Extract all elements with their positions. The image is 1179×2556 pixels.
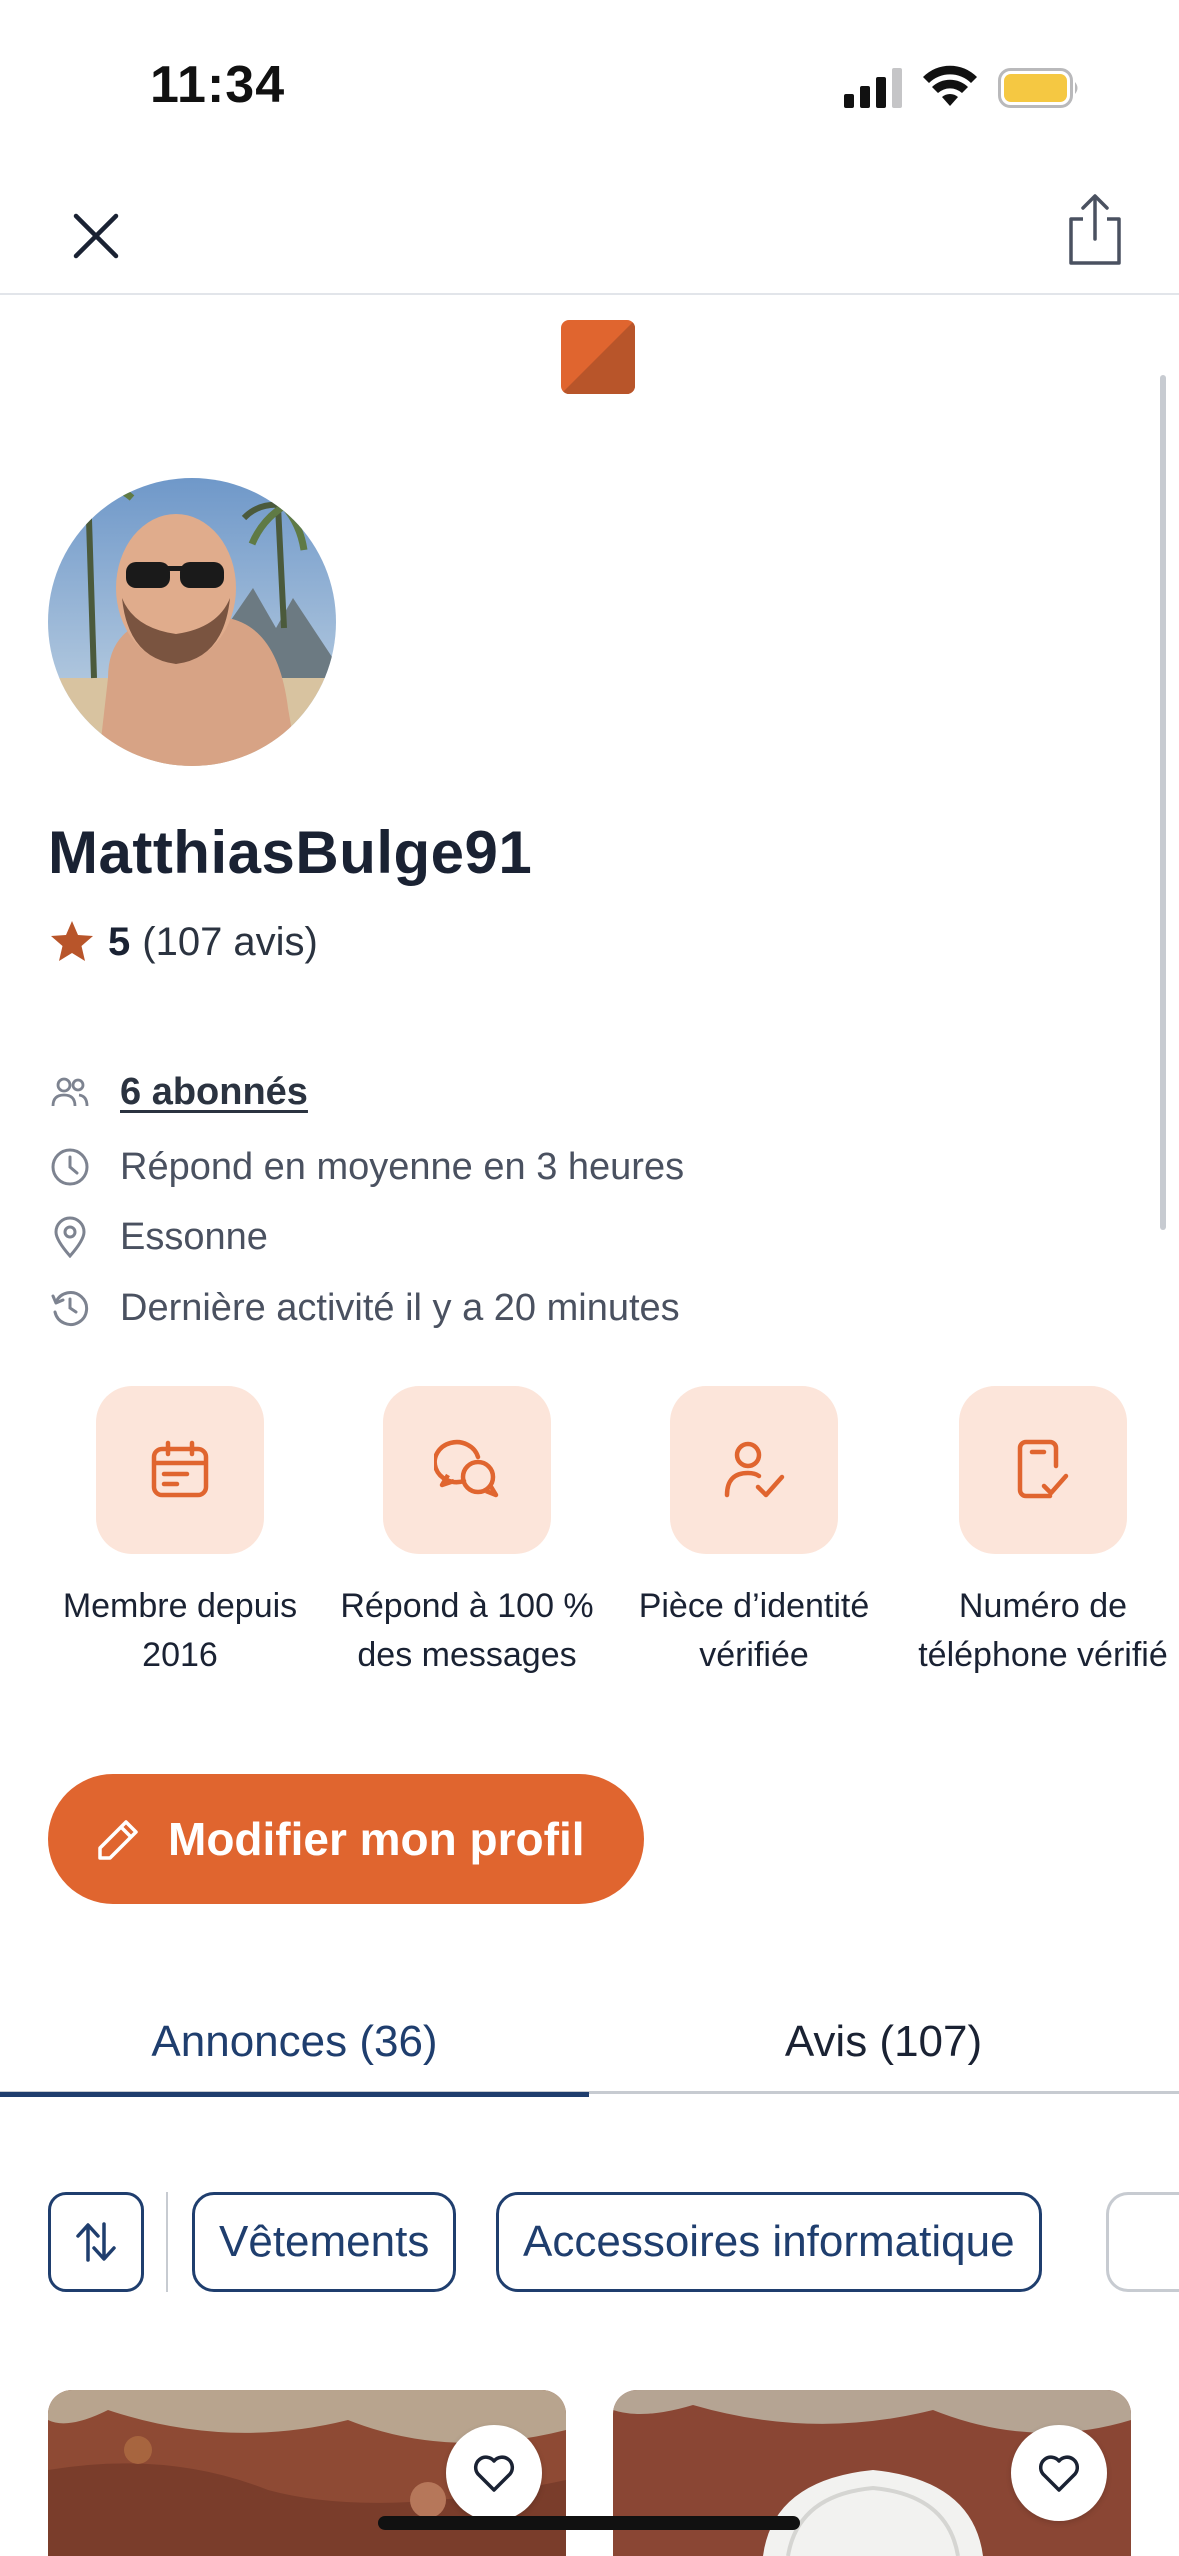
close-icon	[73, 213, 119, 259]
listing-card[interactable]	[48, 2390, 566, 2556]
rating-count: (107 avis)	[142, 919, 318, 964]
sort-button[interactable]	[48, 2192, 144, 2292]
filter-chip-accessoires-informatique[interactable]: Accessoires informatique	[496, 2192, 1042, 2292]
location-pin-icon	[48, 1215, 92, 1259]
avatar[interactable]	[48, 478, 336, 766]
profile-tabs: Annonces (36) Avis (107)	[0, 1990, 1179, 2097]
followers-row: 6 abonnés	[48, 1064, 308, 1120]
filter-chip-more[interactable]	[1106, 2192, 1179, 2292]
scrollbar[interactable]	[1160, 375, 1166, 1230]
last-activity-text: Dernière activité il y a 20 minutes	[120, 1286, 680, 1329]
location-row: Essonne	[48, 1209, 268, 1265]
filter-chip-vetements[interactable]: Vêtements	[192, 2192, 457, 2292]
rating-score: 5	[108, 919, 131, 964]
tab-avis[interactable]: Avis (107)	[589, 1990, 1178, 2094]
clock-icon	[48, 1145, 92, 1189]
share-button[interactable]	[1055, 185, 1135, 275]
users-icon	[48, 1070, 92, 1114]
badge-label: Répond à 100 % des messages	[340, 1587, 594, 1674]
badge-member-since: Membre depuis 2016	[50, 1386, 310, 1680]
heart-icon	[473, 2455, 515, 2492]
badge-label: Membre depuis 2016	[62, 1587, 298, 1674]
username: MatthiasBulge91	[48, 819, 533, 886]
status-time: 11:34	[150, 56, 286, 114]
badge-tile	[959, 1386, 1127, 1554]
share-icon	[1069, 194, 1121, 265]
brand-logo	[561, 320, 635, 394]
close-button[interactable]	[60, 200, 132, 272]
badge-tile	[670, 1386, 838, 1554]
listing-card[interactable]	[613, 2390, 1131, 2556]
pencil-icon	[98, 1820, 138, 1860]
badge-label: Numéro de téléphone vérifié	[918, 1587, 1168, 1674]
favorite-button[interactable]	[1011, 2425, 1107, 2521]
badge-label: Pièce d’identité vérifiée	[638, 1587, 870, 1674]
status-bar: 11:34	[0, 0, 1179, 150]
home-indicator	[378, 2516, 800, 2530]
location-text: Essonne	[120, 1215, 268, 1258]
badges-row: Membre depuis 2016 Répond à 100 % des me…	[0, 1386, 1179, 1726]
sort-arrows-icon	[76, 2222, 116, 2262]
favorite-button[interactable]	[446, 2425, 542, 2521]
filter-bar: Vêtements Accessoires informatique	[48, 2192, 1179, 2292]
wifi-icon	[923, 65, 977, 106]
edit-profile-label: Modifier mon profil	[168, 1813, 585, 1865]
filter-divider	[166, 2192, 168, 2292]
response-time-row: Répond en moyenne en 3 heures	[48, 1139, 684, 1195]
top-navigation	[0, 160, 1179, 295]
history-icon	[48, 1286, 92, 1330]
badge-tile	[383, 1386, 551, 1554]
calendar-icon	[151, 1440, 209, 1498]
battery-icon	[998, 68, 1078, 108]
tab-annonces[interactable]: Annonces (36)	[0, 1990, 589, 2097]
badge-id-verified: Pièce d’identité vérifiée	[624, 1386, 884, 1680]
response-time-text: Répond en moyenne en 3 heures	[120, 1145, 685, 1188]
user-check-icon	[724, 1441, 785, 1498]
last-activity-row: Dernière activité il y a 20 minutes	[48, 1280, 680, 1336]
edit-profile-button[interactable]: Modifier mon profil	[48, 1774, 644, 1904]
badge-phone-verified: Numéro de téléphone vérifié	[913, 1386, 1173, 1680]
heart-icon	[1038, 2455, 1080, 2492]
badge-tile	[96, 1386, 264, 1554]
followers-link[interactable]: 6 abonnés	[120, 1071, 308, 1114]
badge-response-rate: Répond à 100 % des messages	[337, 1386, 597, 1680]
rating[interactable]: 5 (107 avis)	[48, 912, 318, 972]
signal-icon	[844, 68, 902, 108]
chat-bubbles-icon	[434, 1439, 499, 1498]
phone-check-icon	[1017, 1439, 1069, 1499]
star-icon	[51, 921, 93, 961]
